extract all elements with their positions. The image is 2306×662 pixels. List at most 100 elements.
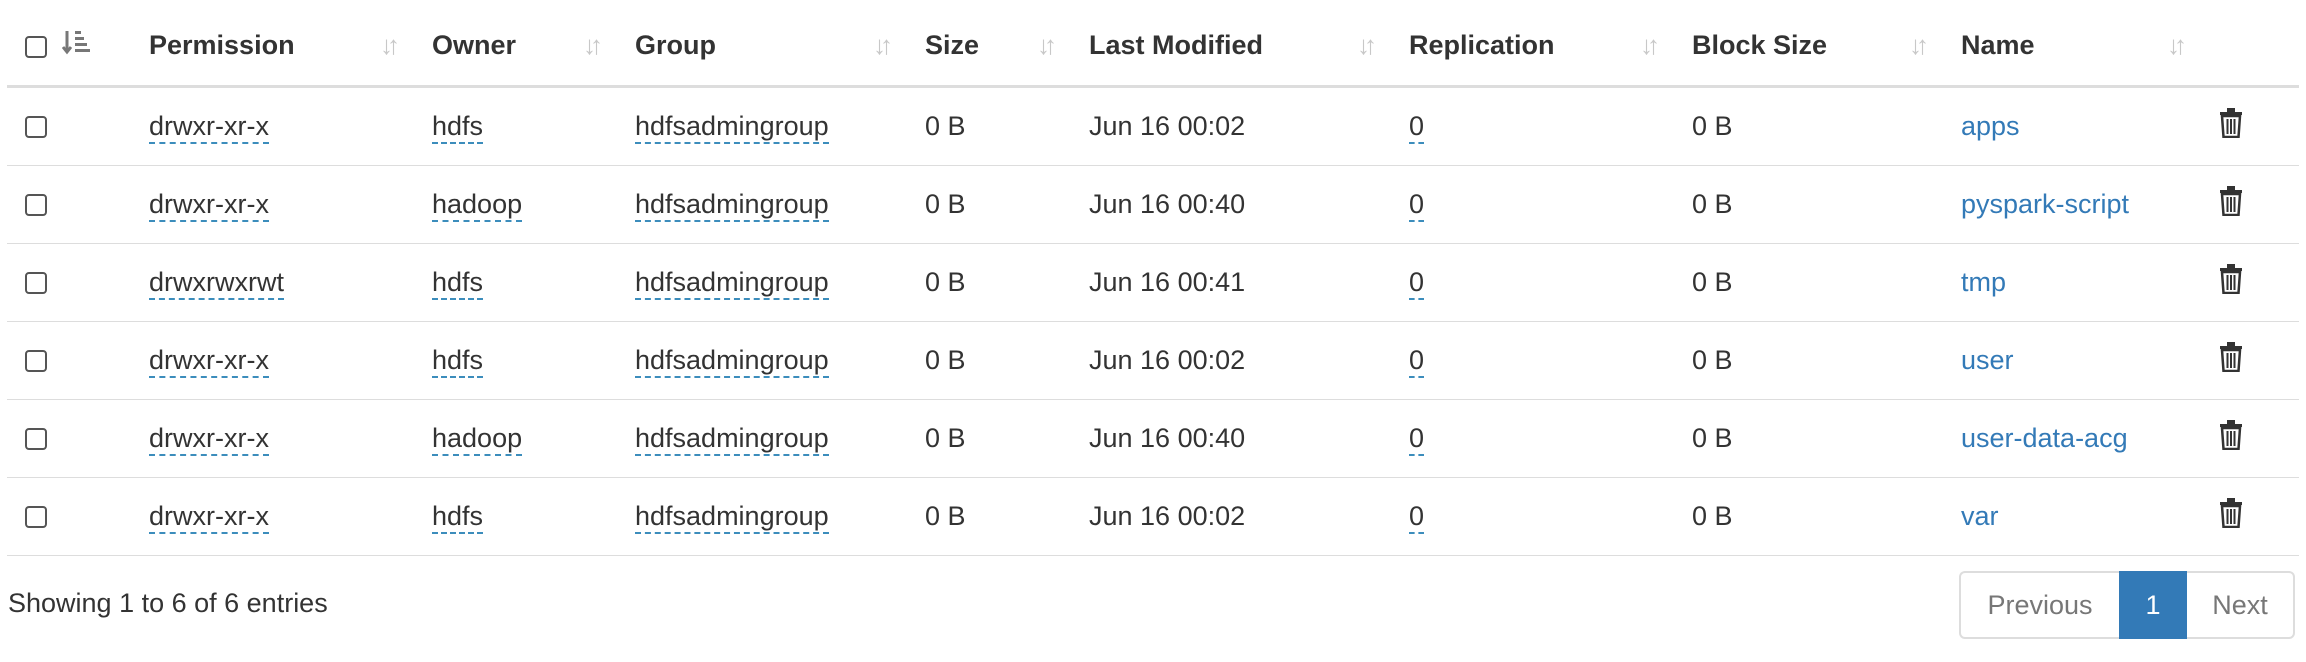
sort-icon[interactable]: ↓↑ — [1630, 30, 1664, 61]
table-row: drwxr-xr-x hdfs hdfsadmingroup 0 B Jun 1… — [7, 477, 2299, 555]
owner-cell: hadoop — [432, 399, 635, 477]
sort-icon[interactable]: ↓↑ — [370, 30, 404, 61]
default-sort-cell[interactable] — [59, 0, 149, 88]
last-modified-value: Jun 16 00:41 — [1089, 266, 1246, 297]
owner-cell: hdfs — [432, 86, 635, 165]
file-browser-table: Permission ↓↑ Owner ↓↑ Group ↓↑ Size ↓↑ Last… — [7, 0, 2299, 556]
column-header-block-size[interactable]: Block Size ↓↑ — [1692, 0, 1961, 88]
column-header-replication[interactable]: Replication ↓↑ — [1409, 0, 1692, 88]
trash-icon[interactable] — [2219, 497, 2243, 535]
permission-value[interactable]: drwxr-xr-x — [149, 422, 269, 456]
permission-value[interactable]: drwxr-xr-x — [149, 500, 269, 534]
group-value[interactable]: hdfsadmingroup — [635, 110, 829, 144]
next-page-button[interactable]: Next — [2187, 571, 2295, 639]
sort-icon[interactable]: ↓↑ — [1899, 30, 1933, 61]
owner-value[interactable]: hdfs — [432, 266, 484, 300]
replication-value[interactable]: 0 — [1409, 500, 1425, 534]
actions-cell — [2219, 321, 2299, 399]
actions-cell — [2219, 165, 2299, 243]
column-label-group: Group — [635, 29, 716, 60]
group-cell: hdfsadmingroup — [635, 321, 925, 399]
file-name-link[interactable]: apps — [1961, 111, 2020, 141]
group-value[interactable]: hdfsadmingroup — [635, 344, 829, 378]
permission-cell: drwxrwxrwt — [149, 243, 432, 321]
replication-value[interactable]: 0 — [1409, 188, 1425, 222]
permission-value[interactable]: drwxr-xr-x — [149, 188, 269, 222]
last-modified-value: Jun 16 00:02 — [1089, 500, 1246, 531]
replication-cell: 0 — [1409, 477, 1692, 555]
replication-value[interactable]: 0 — [1409, 344, 1425, 378]
column-header-name[interactable]: Name ↓↑ — [1961, 0, 2219, 88]
sort-icon[interactable]: ↓↑ — [573, 30, 607, 61]
last-modified-value: Jun 16 00:40 — [1089, 422, 1246, 453]
owner-cell: hdfs — [432, 321, 635, 399]
owner-value[interactable]: hdfs — [432, 344, 484, 378]
row-checkbox[interactable] — [25, 428, 47, 451]
size-cell: 0 B — [925, 86, 1089, 165]
column-header-group[interactable]: Group ↓↑ — [635, 0, 925, 88]
trash-icon[interactable] — [2219, 263, 2243, 301]
table-header-row: Permission ↓↑ Owner ↓↑ Group ↓↑ Size ↓↑ Last… — [7, 0, 2299, 88]
sort-icon[interactable]: ↓↑ — [2157, 30, 2191, 61]
row-checkbox[interactable] — [25, 506, 47, 529]
trash-icon[interactable] — [2219, 185, 2243, 223]
replication-value[interactable]: 0 — [1409, 110, 1425, 144]
column-header-permission[interactable]: Permission ↓↑ — [149, 0, 432, 88]
replication-cell: 0 — [1409, 321, 1692, 399]
replication-cell: 0 — [1409, 165, 1692, 243]
last-modified-cell: Jun 16 00:40 — [1089, 165, 1409, 243]
row-select-cell — [7, 477, 59, 555]
page-1-button[interactable]: 1 — [2119, 571, 2187, 639]
group-value[interactable]: hdfsadmingroup — [635, 422, 829, 456]
file-name-link[interactable]: pyspark-script — [1961, 189, 2129, 219]
owner-value[interactable]: hadoop — [432, 422, 523, 456]
row-checkbox[interactable] — [25, 194, 47, 217]
select-all-checkbox[interactable] — [25, 35, 47, 58]
group-value[interactable]: hdfsadmingroup — [635, 266, 829, 300]
group-value[interactable]: hdfsadmingroup — [635, 188, 829, 222]
owner-value[interactable]: hadoop — [432, 188, 523, 222]
last-modified-value: Jun 16 00:02 — [1089, 110, 1246, 141]
row-checkbox[interactable] — [25, 116, 47, 139]
column-label-name: Name — [1961, 29, 2035, 60]
row-select-cell — [7, 86, 59, 165]
column-header-last-modified[interactable]: Last Modified ↓↑ — [1089, 0, 1409, 88]
file-name-link[interactable]: tmp — [1961, 267, 2006, 297]
table-row: drwxr-xr-x hadoop hdfsadmingroup 0 B Jun… — [7, 399, 2299, 477]
size-cell: 0 B — [925, 243, 1089, 321]
file-name-link[interactable]: user — [1961, 345, 2014, 375]
size-value: 0 B — [925, 266, 966, 297]
replication-value[interactable]: 0 — [1409, 422, 1425, 456]
group-cell: hdfsadmingroup — [635, 399, 925, 477]
column-label-block-size: Block Size — [1692, 29, 1828, 60]
row-checkbox[interactable] — [25, 272, 47, 295]
permission-value[interactable]: drwxr-xr-x — [149, 110, 269, 144]
row-checkbox[interactable] — [25, 350, 47, 373]
file-name-link[interactable]: var — [1961, 501, 1999, 531]
column-label-permission: Permission — [149, 29, 295, 60]
sort-icon[interactable]: ↓↑ — [1347, 30, 1381, 61]
group-cell: hdfsadmingroup — [635, 477, 925, 555]
trash-icon[interactable] — [2219, 419, 2243, 457]
actions-cell — [2219, 477, 2299, 555]
last-modified-cell: Jun 16 00:41 — [1089, 243, 1409, 321]
trash-icon[interactable] — [2219, 107, 2243, 145]
replication-value[interactable]: 0 — [1409, 266, 1425, 300]
owner-value[interactable]: hdfs — [432, 500, 484, 534]
owner-cell: hdfs — [432, 477, 635, 555]
trash-icon[interactable] — [2219, 341, 2243, 379]
previous-page-button[interactable]: Previous — [1959, 571, 2119, 639]
name-cell: tmp — [1961, 243, 2219, 321]
permission-value[interactable]: drwxrwxrwt — [149, 266, 284, 300]
owner-cell: hadoop — [432, 165, 635, 243]
column-header-size[interactable]: Size ↓↑ — [925, 0, 1089, 88]
column-header-owner[interactable]: Owner ↓↑ — [432, 0, 635, 88]
group-value[interactable]: hdfsadmingroup — [635, 500, 829, 534]
sort-icon[interactable]: ↓↑ — [1027, 30, 1061, 61]
permission-value[interactable]: drwxr-xr-x — [149, 344, 269, 378]
file-name-link[interactable]: user-data-acg — [1961, 423, 2128, 453]
owner-value[interactable]: hdfs — [432, 110, 484, 144]
spacer-cell — [59, 243, 149, 321]
sort-icon[interactable]: ↓↑ — [863, 30, 897, 61]
sort-amount-down-icon[interactable] — [59, 29, 93, 62]
